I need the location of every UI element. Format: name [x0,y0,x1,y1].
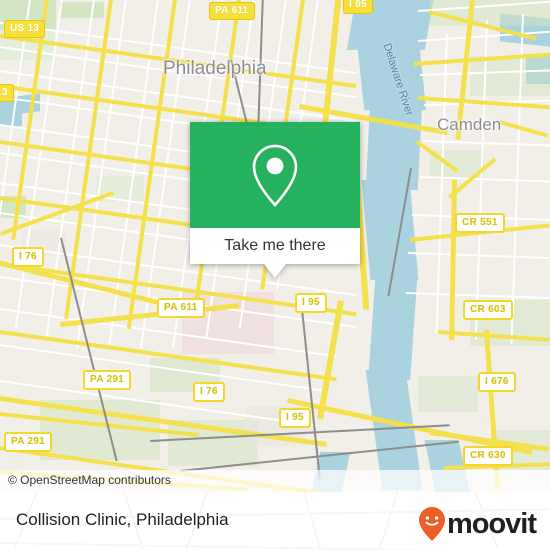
road-shield: CR 630 [463,446,513,466]
popup-header [190,122,360,228]
osm-attribution-text[interactable]: © OpenStreetMap contributors [8,473,171,487]
popup-pointer-triangle [264,264,286,278]
road-shield: I 676 [478,372,516,392]
road-shield: CR 603 [463,300,513,320]
moovit-wordmark: moovit [446,507,537,540]
take-me-there-label: Take me there [224,237,326,254]
place-title: Collision Clinic, Philadelphia [16,510,229,529]
moovit-smiley-pin-icon [418,507,445,541]
moovit-map-screen: US 13 13 PA 611 I 95 CR 551 CR 603 I 676 CR 630… [0,0,550,550]
footer-bar: Collision Clinic, Philadelphia moovit [0,492,550,550]
road-shield: PA 291 [83,370,132,390]
moovit-logo[interactable]: moovit [417,506,537,542]
place-label: Philadelphia [163,58,267,79]
road-shield: PA 611 [209,2,255,20]
map-pin-icon [252,144,298,207]
road-shield: CR 551 [455,213,505,233]
road-shield: I 95 [295,293,327,313]
road-shield: I 76 [12,247,44,267]
road-shield: I 95 [343,0,373,14]
destination-popup-card[interactable]: Take me there [190,122,360,278]
popup-action-bar[interactable]: Take me there [190,228,360,264]
road-shield: US 13 [4,20,46,38]
road-shield: PA 611 [157,298,205,318]
road-shield: PA 291 [4,432,53,452]
place-label: Camden [437,115,502,134]
map-attribution-bar: © OpenStreetMap contributors [0,470,550,492]
road-shield: 13 [0,84,14,102]
road-shield: I 95 [279,408,311,428]
road-shield: I 76 [193,382,225,402]
